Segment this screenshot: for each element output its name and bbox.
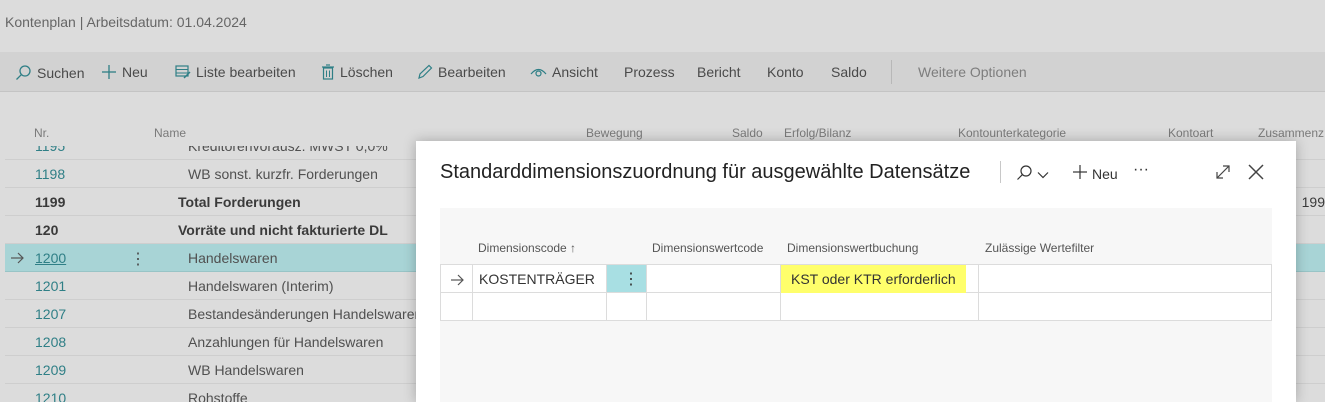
plus-icon — [1072, 164, 1088, 183]
new-button[interactable]: Neu — [101, 64, 148, 80]
account-totaling-value: 199 — [1301, 194, 1325, 210]
new-row-dimension-value-code-cell[interactable] — [647, 293, 781, 321]
column-header-totaling[interactable]: Zusammenz — [1258, 126, 1324, 140]
allowed-filter-cell[interactable] — [979, 264, 1272, 293]
row-selector[interactable] — [440, 264, 473, 293]
column-header-account-type[interactable]: Kontoart — [1168, 126, 1213, 140]
account-name: Rohstoffe — [188, 390, 248, 402]
action-bar: Suchen Neu Liste bearbeiten Löschen Bear… — [0, 52, 1325, 92]
account-name: Handelswaren — [188, 250, 278, 266]
report-label: Bericht — [697, 64, 741, 80]
dialog-search-button[interactable] — [1016, 164, 1049, 184]
edit-button[interactable]: Bearbeiten — [417, 64, 506, 80]
dimension-code-value: KOSTENTRÄGER — [479, 271, 595, 287]
more-options-label: Weitere Optionen — [918, 64, 1027, 80]
dimension-code-cell[interactable]: KOSTENTRÄGER — [473, 264, 607, 293]
pencil-icon — [417, 64, 433, 80]
edit-list-icon — [175, 64, 191, 80]
page-title: Kontenplan | Arbeitsdatum: 01.04.2024 — [5, 14, 247, 30]
account-no[interactable]: 1199 — [35, 194, 65, 210]
column-header-balance[interactable]: Saldo — [732, 126, 763, 140]
process-menu[interactable]: Prozess — [624, 64, 675, 80]
account-no[interactable]: 1200 — [35, 250, 66, 266]
dimensions-table: KOSTENTRÄGER ⋮ KST oder KTR erforderlich — [440, 264, 1272, 321]
dialog-title-divider — [1000, 161, 1001, 183]
account-no[interactable]: 1209 — [35, 362, 66, 378]
account-no[interactable]: 120 — [35, 222, 58, 238]
new-row-allowed-filter-cell[interactable] — [979, 293, 1272, 321]
account-name: Handelswaren (Interim) — [188, 278, 334, 294]
dimensions-grid: Dimensionscode ↑ Dimensionswertcode Dime… — [440, 208, 1272, 402]
eye-icon — [530, 65, 547, 79]
row-menu-icon[interactable]: ⋮ — [623, 269, 639, 289]
more-actions-icon[interactable]: ··· — [1133, 161, 1149, 179]
balance-menu[interactable]: Saldo — [831, 64, 867, 80]
account-name: WB Handelswaren — [188, 362, 304, 378]
account-no[interactable]: 1210 — [35, 390, 66, 402]
default-dimensions-dialog: Standarddimensionszuordnung für ausgewäh… — [416, 141, 1296, 402]
dialog-new-label: Neu — [1092, 165, 1118, 182]
delete-button[interactable]: Löschen — [321, 64, 393, 80]
value-posting-value: KST oder KTR erforderlich — [781, 265, 966, 293]
column-header-income-balance[interactable]: Erfolg/Bilanz — [784, 126, 851, 140]
chevron-down-icon — [1037, 166, 1049, 182]
account-name: WB sonst. kurzfr. Forderungen — [188, 166, 378, 182]
account-name: Anzahlungen für Handelswaren — [188, 334, 384, 350]
account-no[interactable]: 1207 — [35, 306, 66, 322]
delete-label: Löschen — [340, 64, 393, 80]
dialog-new-button[interactable]: Neu — [1072, 164, 1118, 183]
row-arrow-icon — [450, 273, 464, 291]
row-actions-cell[interactable]: ⋮ — [607, 264, 647, 293]
column-header-allowed-filter[interactable]: Zulässige Wertefilter — [985, 241, 1094, 255]
account-no[interactable]: 1208 — [35, 334, 66, 350]
account-menu[interactable]: Konto — [767, 64, 804, 80]
account-no[interactable]: 1198 — [35, 166, 65, 182]
column-header-value-posting[interactable]: Dimensionswertbuchung — [787, 241, 918, 255]
account-label: Konto — [767, 64, 804, 80]
value-posting-cell[interactable]: KST oder KTR erforderlich — [781, 264, 979, 293]
row-menu-icon[interactable]: ⋮ — [130, 249, 146, 269]
account-no[interactable]: 1201 — [35, 278, 66, 294]
balance-label: Saldo — [831, 64, 867, 80]
process-label: Prozess — [624, 64, 675, 80]
column-header-dimension-code[interactable]: Dimensionscode ↑ — [478, 241, 576, 255]
edit-list-button[interactable]: Liste bearbeiten — [175, 64, 296, 80]
new-row-selector[interactable] — [440, 293, 473, 321]
expand-icon[interactable] — [1215, 164, 1231, 185]
new-row-value-posting-cell[interactable] — [781, 293, 979, 321]
view-button[interactable]: Ansicht — [530, 64, 598, 80]
search-icon — [1016, 164, 1033, 184]
title-bar: Kontenplan | Arbeitsdatum: 01.04.2024 — [0, 0, 1325, 52]
dimension-value-code-cell[interactable] — [647, 264, 781, 293]
column-header-name[interactable]: Name — [154, 126, 186, 140]
account-name: Bestandesänderungen Handelswaren — [188, 306, 423, 322]
column-header-dimension-value-code[interactable]: Dimensionswertcode — [652, 241, 763, 255]
column-header-no[interactable]: Nr. — [34, 126, 49, 140]
edit-label: Bearbeiten — [438, 64, 506, 80]
search-button[interactable]: Suchen — [15, 64, 84, 81]
account-no[interactable]: 1195 — [35, 146, 65, 154]
more-options-button[interactable]: Weitere Optionen — [918, 64, 1027, 80]
account-name: Total Forderungen — [178, 194, 301, 210]
dialog-title: Standarddimensionszuordnung für ausgewäh… — [440, 161, 971, 183]
new-row-dimension-code-cell[interactable] — [473, 293, 607, 321]
search-icon — [15, 64, 32, 81]
row-arrow-icon — [10, 251, 24, 269]
search-label: Suchen — [37, 64, 85, 81]
edit-list-label: Liste bearbeiten — [196, 64, 296, 80]
new-row-actions-cell[interactable] — [607, 293, 647, 321]
column-header-subcategory[interactable]: Kontounterkategorie — [958, 126, 1066, 140]
account-name: Kreditorenvorausz. MWST 0,0% — [188, 146, 388, 154]
report-menu[interactable]: Bericht — [697, 64, 741, 80]
close-icon[interactable] — [1247, 163, 1265, 186]
new-label: Neu — [122, 64, 148, 80]
view-label: Ansicht — [552, 64, 598, 80]
trash-icon — [321, 64, 335, 80]
account-name: Vorräte und nicht fakturierte DL — [178, 222, 388, 238]
column-header-movement[interactable]: Bewegung — [586, 126, 643, 140]
plus-icon — [101, 64, 117, 80]
toolbar-divider — [891, 60, 892, 84]
